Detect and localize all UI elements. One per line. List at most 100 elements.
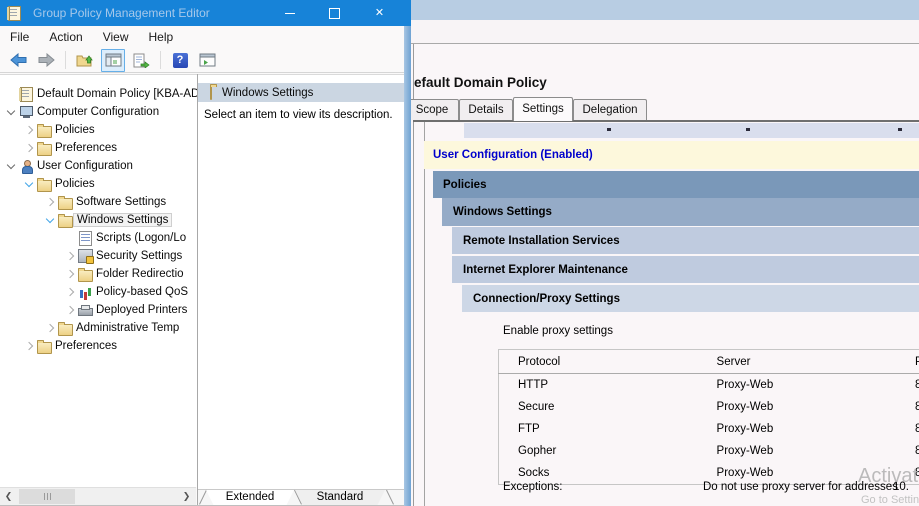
section-internet-explorer-maintenance[interactable]: Internet Explorer Maintenance <box>452 256 919 283</box>
folder-icon <box>57 195 73 210</box>
activate-windows-watermark: Activate Windows <box>858 465 919 487</box>
activate-windows-watermark-line2: Go to Settings to activate Windows. <box>861 494 919 506</box>
qos-chart-icon <box>77 286 93 298</box>
tab-scope[interactable]: Scope <box>405 99 459 120</box>
chevron-expanded-icon[interactable] <box>4 106 18 116</box>
toolbar-separator <box>65 51 66 69</box>
show-window-button[interactable] <box>196 50 218 71</box>
computer-icon <box>18 105 34 119</box>
chevron-expanded-icon[interactable] <box>22 178 36 188</box>
tree-item-preferences-computer[interactable]: Preferences <box>0 139 197 157</box>
scroll-right-button[interactable]: ❯ <box>178 488 195 505</box>
chevron-expanded-icon[interactable] <box>4 160 18 170</box>
gpo-scroll-icon <box>18 86 34 102</box>
cell-protocol: Gopher <box>518 445 557 457</box>
scrolled-section-band[interactable] <box>464 123 919 138</box>
up-one-level-button[interactable] <box>74 50 96 71</box>
folder-icon <box>36 339 52 354</box>
tree-item-scripts[interactable]: Scripts (Logon/Lo <box>0 229 197 247</box>
tab-divider <box>199 489 207 505</box>
tab-extended[interactable]: Extended <box>206 490 294 506</box>
view-tab-bar: Extended Standard <box>198 489 404 506</box>
window-title: Group Policy Management Editor <box>33 6 210 20</box>
back-arrow-icon <box>10 53 27 67</box>
close-button[interactable]: ✕ <box>357 0 402 26</box>
tree-horizontal-scrollbar[interactable]: ❮ ❯ <box>0 487 196 505</box>
scrollbar-thumb[interactable] <box>19 489 75 504</box>
console-tree: Default Domain Policy [KBA-AD Computer C… <box>0 85 197 355</box>
tree-item-folder-redirection[interactable]: Folder Redirectio <box>0 265 197 283</box>
table-row: Gopher Proxy-Web 8080 <box>499 440 919 462</box>
section-user-configuration[interactable]: User Configuration (Enabled) <box>424 141 919 169</box>
back-button[interactable] <box>8 50 30 71</box>
cell-server: Proxy-Web <box>716 379 774 391</box>
menu-view[interactable]: View <box>93 30 139 44</box>
folder-icon <box>36 177 52 192</box>
chevron-collapsed-icon[interactable] <box>22 143 36 153</box>
tab-settings[interactable]: Settings <box>513 97 573 121</box>
chevron-expanded-icon[interactable] <box>43 214 57 224</box>
col-protocol: Protocol <box>498 349 716 374</box>
window-right-border[interactable] <box>404 26 411 506</box>
menu-action[interactable]: Action <box>39 30 92 44</box>
tree-item-policy-based-qos[interactable]: Policy-based QoS <box>0 283 197 301</box>
tree-item-user-configuration[interactable]: User Configuration <box>0 157 197 175</box>
table-row: HTTP Proxy-Web 8080 <box>499 374 919 397</box>
printer-icon <box>77 304 93 316</box>
tree-item-preferences-user[interactable]: Preferences <box>0 337 197 355</box>
show-console-tree-button[interactable] <box>101 48 125 72</box>
title-bar[interactable]: Group Policy Management Editor ✕ <box>0 0 411 26</box>
tab-divider <box>386 489 394 505</box>
tree-item-administrative-templates[interactable]: Administrative Temp <box>0 319 197 337</box>
tab-details[interactable]: Details <box>459 99 513 120</box>
menu-help[interactable]: Help <box>139 30 184 44</box>
chevron-collapsed-icon[interactable] <box>63 287 77 297</box>
security-icon <box>77 249 94 264</box>
tree-item-policies-user[interactable]: Policies <box>0 175 197 193</box>
cell-protocol: Secure <box>518 401 555 413</box>
export-list-button[interactable] <box>130 50 152 71</box>
tree-item-default-domain-policy[interactable]: Default Domain Policy [KBA-AD <box>0 85 197 103</box>
tree-item-deployed-printers[interactable]: Deployed Printers <box>0 301 197 319</box>
cell-port: 8080 <box>914 445 919 457</box>
clipped-text-mark <box>607 128 611 131</box>
section-windows-settings[interactable]: Windows Settings <box>442 198 919 226</box>
chevron-collapsed-icon[interactable] <box>22 341 36 351</box>
minimize-button[interactable] <box>267 0 312 26</box>
proxy-table: Protocol Server Port HTTP Proxy-Web 8080… <box>498 349 919 485</box>
folder-icon <box>36 141 52 156</box>
menu-file[interactable]: File <box>10 30 39 44</box>
chevron-collapsed-icon[interactable] <box>63 305 77 315</box>
chevron-collapsed-icon[interactable] <box>43 323 57 333</box>
tab-delegation[interactable]: Delegation <box>573 99 647 120</box>
tree-item-computer-configuration[interactable]: Computer Configuration <box>0 103 197 121</box>
report-left-border <box>424 122 425 506</box>
section-policies[interactable]: Policies <box>433 171 919 198</box>
results-pane: Windows Settings Select an item to view … <box>198 74 404 490</box>
results-pane-header[interactable]: Windows Settings <box>198 83 404 102</box>
maximize-button[interactable] <box>312 0 357 26</box>
console-tree-icon <box>105 53 121 67</box>
folder-icon <box>36 123 52 138</box>
section-remote-installation-services[interactable]: Remote Installation Services <box>452 227 919 254</box>
cell-protocol: FTP <box>518 423 540 435</box>
chevron-collapsed-icon[interactable] <box>63 269 77 279</box>
scroll-left-button[interactable]: ❮ <box>0 488 17 505</box>
help-button[interactable]: ? <box>169 50 191 71</box>
folder-icon <box>210 85 212 100</box>
chevron-collapsed-icon[interactable] <box>43 197 57 207</box>
chevron-collapsed-icon[interactable] <box>22 125 36 135</box>
proxy-table-header: Protocol Server Port <box>498 349 919 374</box>
tree-item-security-settings[interactable]: Security Settings <box>0 247 197 265</box>
tree-item-software-settings[interactable]: Software Settings <box>0 193 197 211</box>
export-list-icon <box>133 53 150 68</box>
tab-standard[interactable]: Standard <box>295 490 385 506</box>
menu-bar: File Action View Help <box>0 26 404 48</box>
col-server: Server <box>715 349 914 374</box>
section-connection-proxy-settings[interactable]: Connection/Proxy Settings <box>462 285 919 312</box>
forward-button[interactable] <box>35 50 57 71</box>
tree-item-windows-settings[interactable]: Windows Settings <box>0 211 197 229</box>
chevron-collapsed-icon[interactable] <box>63 251 77 261</box>
table-row: FTP Proxy-Web 8080 <box>499 418 919 440</box>
tree-item-policies-computer[interactable]: Policies <box>0 121 197 139</box>
